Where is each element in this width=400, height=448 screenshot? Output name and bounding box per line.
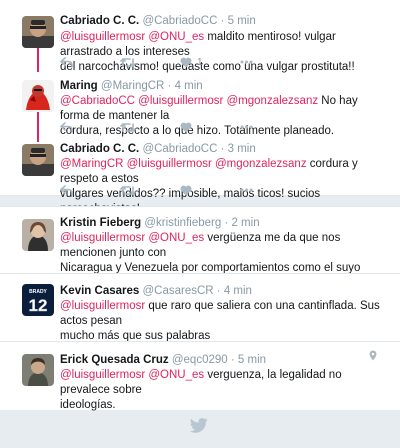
- reply-icon: [60, 184, 73, 196]
- tweet-text: @luisguillermosr @ONU_es verguenza, la l…: [60, 369, 342, 411]
- twitter-bird-icon: [189, 418, 208, 436]
- tweet[interactable]: Cabriado C. C. @CabriadoCC · 3 min @Mari…: [0, 132, 400, 215]
- tweet-time[interactable]: · 4 min: [217, 285, 252, 297]
- more-button[interactable]: [240, 60, 300, 64]
- tweet-mentions[interactable]: @luisguillermosr @ONU_es: [60, 31, 204, 43]
- tweet-time[interactable]: · 5 min: [231, 354, 266, 366]
- author-handle[interactable]: @MaringCR: [101, 80, 164, 92]
- reply-icon: [60, 121, 73, 133]
- retweet-icon: [120, 122, 136, 132]
- author-name[interactable]: Cabriado C. C.: [60, 15, 139, 27]
- tweet-mentions[interactable]: @luisguillermosr @ONU_es: [60, 369, 204, 381]
- avatar[interactable]: [22, 16, 54, 48]
- tweet[interactable]: Erick Quesada Cruz @eqc0290 · 5 min @lui…: [0, 341, 400, 411]
- more-button[interactable]: [240, 188, 300, 192]
- heart-icon: [180, 185, 192, 195]
- tweet-mentions[interactable]: @CabriadoCC @luisguillermosr @mgonzalezs…: [60, 95, 318, 107]
- timeline: Cabriado C. C. @CabriadoCC · 5 min @luis…: [0, 0, 400, 448]
- avatar-number: 12: [29, 296, 48, 315]
- tweet[interactable]: Kristin Fieberg @kristinfieberg · 2 min …: [0, 207, 400, 274]
- tweet-time[interactable]: · 2 min: [224, 217, 259, 229]
- avatar-label: BRADY: [29, 289, 47, 295]
- more-button[interactable]: [240, 125, 300, 129]
- author-name[interactable]: Maring: [60, 80, 98, 92]
- reply-button[interactable]: [60, 121, 120, 133]
- tweet-mentions[interactable]: @MaringCR @luisguillermosr @mgonzalezsan…: [60, 158, 307, 170]
- like-button[interactable]: [180, 185, 240, 196]
- tweet-time[interactable]: · 4 min: [168, 80, 203, 92]
- more-icon: [240, 188, 253, 192]
- author-handle[interactable]: @eqc0290: [172, 354, 228, 366]
- more-icon: [240, 60, 253, 64]
- retweet-button[interactable]: [120, 122, 180, 133]
- like-button[interactable]: [180, 122, 240, 133]
- heart-icon: [180, 122, 192, 132]
- author-handle[interactable]: @CasaresCR: [142, 285, 213, 297]
- tweet-mentions[interactable]: @luisguillermosr: [60, 300, 145, 312]
- location-pin-icon: [369, 350, 377, 361]
- avatar[interactable]: [22, 144, 54, 176]
- author-name[interactable]: Cabriado C. C.: [60, 143, 139, 155]
- tweet[interactable]: Maring @MaringCR · 4 min @CabriadoCC @lu…: [0, 66, 400, 137]
- author-name[interactable]: Erick Quesada Cruz: [60, 354, 169, 366]
- more-icon: [240, 125, 253, 129]
- author-handle[interactable]: @kristinfieberg: [144, 217, 221, 229]
- avatar[interactable]: BRADY 12: [22, 284, 54, 316]
- tweet-mentions[interactable]: @luisguillermosr @ONU_es: [60, 232, 204, 244]
- retweet-button[interactable]: [120, 185, 180, 196]
- tweet[interactable]: Cabriado C. C. @CabriadoCC · 5 min @luis…: [0, 0, 400, 73]
- avatar[interactable]: [22, 80, 54, 112]
- tweet-actions: [60, 184, 300, 196]
- reply-button[interactable]: [60, 184, 120, 196]
- location-button[interactable]: [369, 350, 377, 364]
- tweet-text: @luisguillermosr @ONU_es vergüenza me da…: [60, 232, 361, 274]
- tweet-time[interactable]: · 5 min: [221, 15, 256, 27]
- tweets-card: Kristin Fieberg @kristinfieberg · 2 min …: [0, 206, 400, 411]
- author-name[interactable]: Kevin Casares: [60, 285, 139, 297]
- avatar[interactable]: [22, 354, 54, 386]
- conversation-card: Cabriado C. C. @CabriadoCC · 5 min @luis…: [0, 0, 400, 215]
- tweet[interactable]: BRADY 12 Kevin Casares @CasaresCR · 4 min…: [0, 273, 400, 342]
- tweet-time[interactable]: · 3 min: [221, 143, 256, 155]
- author-handle[interactable]: @CabriadoCC: [142, 15, 217, 27]
- author-name[interactable]: Kristin Fieberg: [60, 217, 141, 229]
- author-handle[interactable]: @CabriadoCC: [142, 143, 217, 155]
- retweet-icon: [120, 185, 136, 195]
- avatar[interactable]: [22, 219, 54, 251]
- tweet-text: @luisguillermosr que raro que saliera co…: [60, 300, 380, 342]
